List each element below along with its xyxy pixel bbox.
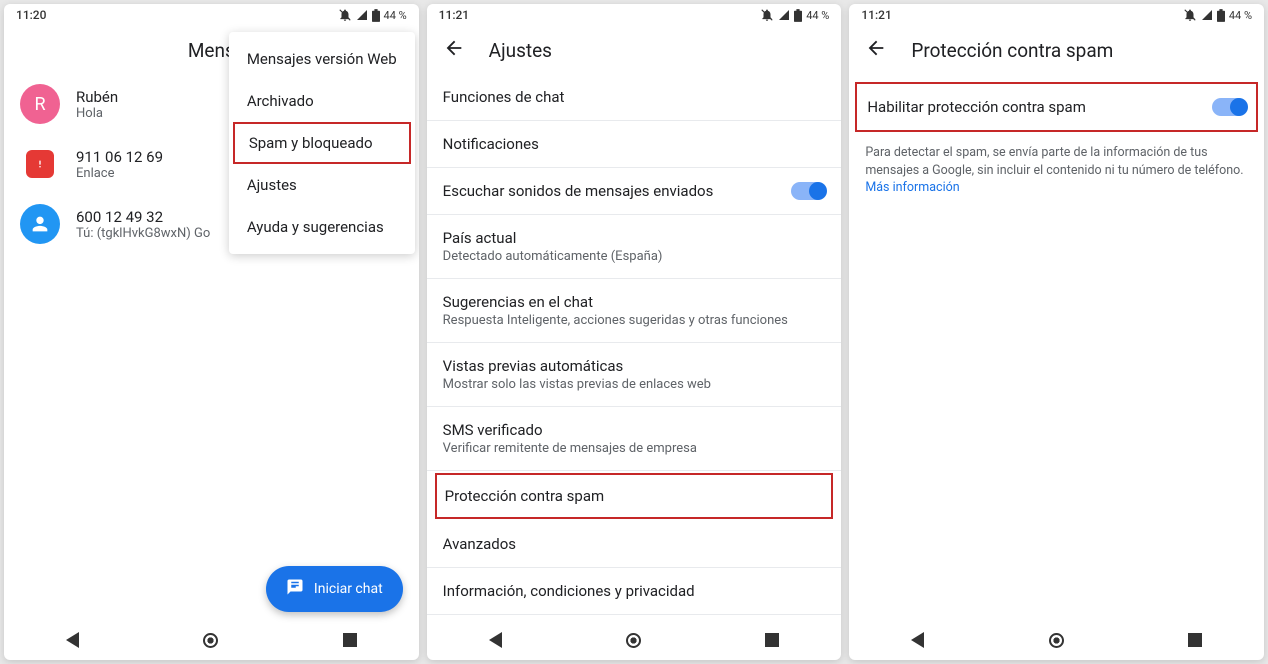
phone-spam-protection: 11:21 44 % Protección contra spam Habili… (849, 4, 1264, 660)
spam-content: Habilitar protección contra spam Para de… (849, 74, 1264, 620)
setting-suggestions[interactable]: Sugerencias en el chat Respuesta Intelig… (427, 279, 842, 343)
setting-country[interactable]: País actual Detectado automáticamente (E… (427, 215, 842, 279)
app-title: Mens (188, 39, 235, 62)
menu-item-web[interactable]: Mensajes versión Web (229, 38, 415, 80)
new-chat-fab[interactable]: Iniciar chat (266, 566, 403, 612)
nav-home-icon[interactable] (203, 633, 218, 648)
nav-back-icon[interactable] (911, 632, 924, 648)
status-time: 11:21 (439, 8, 469, 22)
battery-icon (1217, 9, 1225, 22)
phone-messages: 11:20 44 % Mens R Rubén Hola (4, 4, 419, 660)
enable-spam-protection-row[interactable]: Habilitar protección contra spam (855, 82, 1258, 132)
nav-home-icon[interactable] (626, 633, 641, 648)
battery-percent: 44 % (1229, 9, 1252, 22)
info-text: Para detectar el spam, se envía parte de… (849, 144, 1264, 197)
bell-off-icon (760, 8, 774, 22)
menu-item-settings[interactable]: Ajustes (229, 164, 415, 206)
nav-bar (849, 620, 1264, 660)
status-time: 11:20 (16, 8, 46, 22)
menu-item-spam[interactable]: Spam y bloqueado (233, 122, 411, 164)
nav-bar (427, 620, 842, 660)
settings-list: Funciones de chat Notificaciones Escucha… (427, 74, 842, 620)
signal-icon (356, 9, 368, 21)
page-title: Protección contra spam (911, 39, 1113, 62)
signal-icon (778, 9, 790, 21)
status-indicators: 44 % (1183, 8, 1252, 22)
status-time: 11:21 (861, 8, 891, 22)
back-arrow-icon[interactable] (443, 37, 465, 63)
app-header: Protección contra spam (849, 26, 1264, 74)
setting-previews[interactable]: Vistas previas automáticas Mostrar solo … (427, 343, 842, 407)
nav-home-icon[interactable] (1049, 633, 1064, 648)
overflow-menu: Mensajes versión Web Archivado Spam y bl… (229, 32, 415, 254)
nav-back-icon[interactable] (66, 632, 79, 648)
status-bar: 11:21 44 % (849, 4, 1264, 26)
setting-about[interactable]: Información, condiciones y privacidad (427, 568, 842, 615)
status-bar: 11:20 44 % (4, 4, 419, 26)
signal-icon (1201, 9, 1213, 21)
page-title: Ajustes (489, 39, 552, 62)
toggle-label: Habilitar protección contra spam (867, 98, 1086, 116)
chat-icon (286, 578, 304, 600)
more-info-link[interactable]: Más información (865, 180, 959, 195)
bell-off-icon (1183, 8, 1197, 22)
fab-label: Iniciar chat (314, 581, 383, 597)
toggle-switch[interactable] (1212, 98, 1246, 116)
nav-recent-icon[interactable] (765, 633, 779, 647)
battery-icon (372, 9, 380, 22)
battery-percent: 44 % (384, 9, 407, 22)
toggle-switch[interactable] (791, 182, 825, 200)
menu-item-help[interactable]: Ayuda y sugerencias (229, 206, 415, 248)
avatar: R (20, 84, 60, 124)
back-arrow-icon[interactable] (865, 37, 887, 63)
setting-spam-protection[interactable]: Protección contra spam (435, 473, 834, 519)
battery-icon (794, 9, 802, 22)
alert-icon (26, 150, 54, 178)
setting-verified-sms[interactable]: SMS verificado Verificar remitente de me… (427, 407, 842, 471)
setting-advanced[interactable]: Avanzados (427, 521, 842, 568)
bell-off-icon (338, 8, 352, 22)
nav-back-icon[interactable] (489, 632, 502, 648)
nav-bar (4, 620, 419, 660)
status-bar: 11:21 44 % (427, 4, 842, 26)
setting-sounds[interactable]: Escuchar sonidos de mensajes enviados (427, 168, 842, 215)
setting-chat-features[interactable]: Funciones de chat (427, 74, 842, 121)
menu-item-archived[interactable]: Archivado (229, 80, 415, 122)
nav-recent-icon[interactable] (1188, 633, 1202, 647)
battery-percent: 44 % (806, 9, 829, 22)
phone-settings: 11:21 44 % Ajustes Funciones de chat Not… (427, 4, 842, 660)
status-indicators: 44 % (760, 8, 829, 22)
person-icon (20, 204, 60, 244)
status-indicators: 44 % (338, 8, 407, 22)
setting-notifications[interactable]: Notificaciones (427, 121, 842, 168)
app-header: Ajustes (427, 26, 842, 74)
nav-recent-icon[interactable] (343, 633, 357, 647)
